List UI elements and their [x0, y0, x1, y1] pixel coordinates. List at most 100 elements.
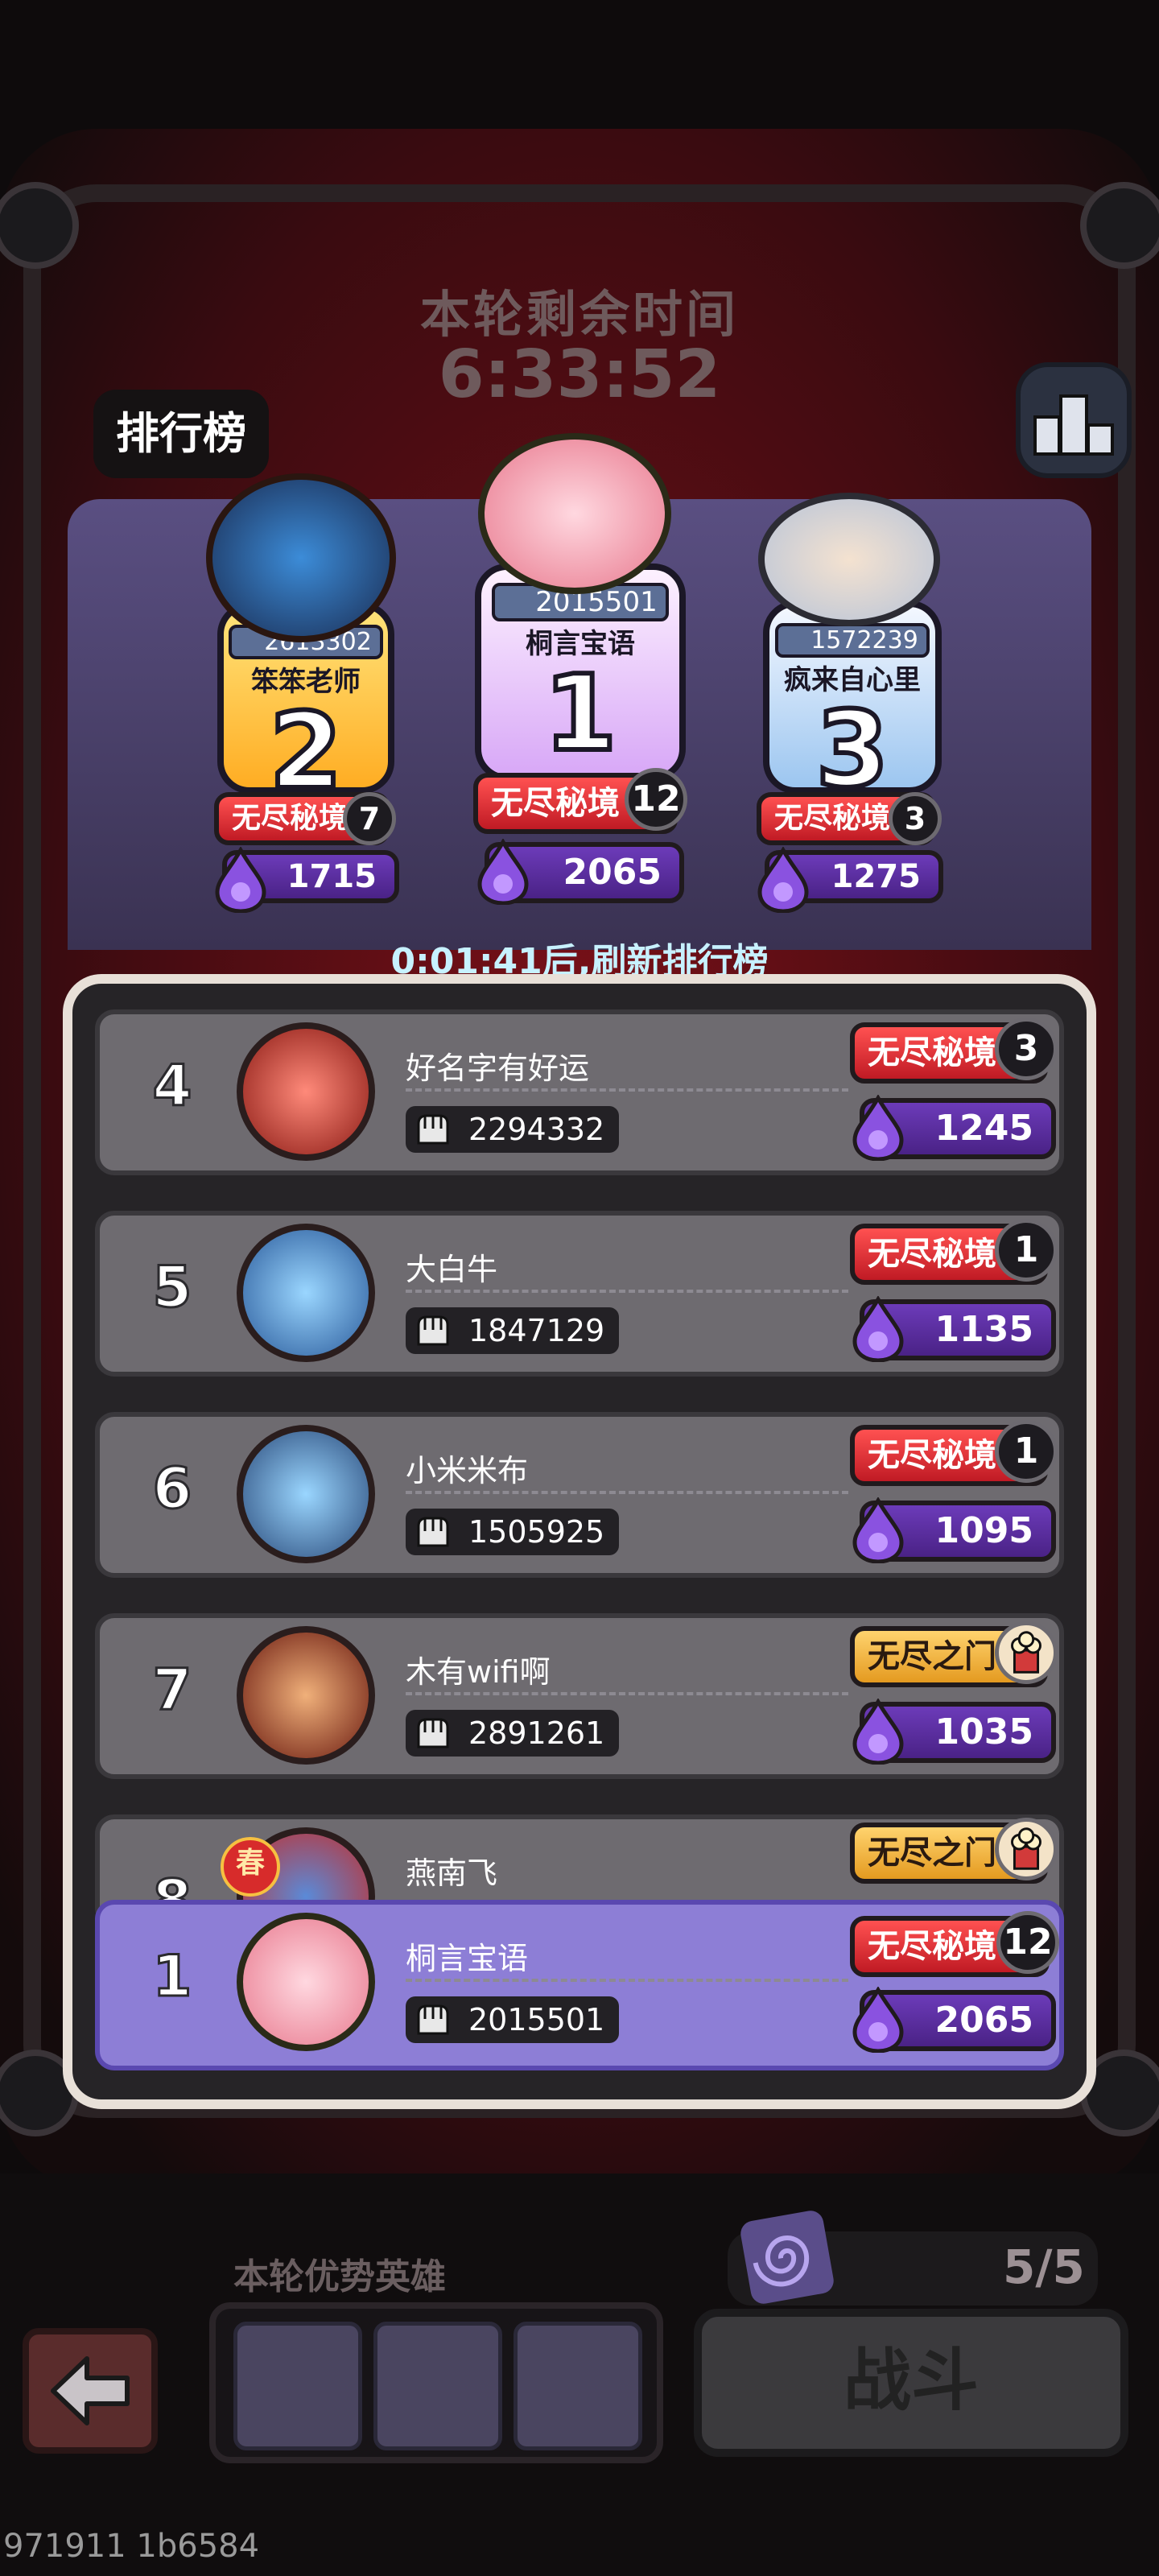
- mode-badge: 无尽之门: [850, 1621, 1058, 1687]
- points-badge: 1135: [852, 1296, 1056, 1362]
- purple-drop-icon: [852, 1699, 904, 1765]
- row-rank: 5: [151, 1253, 193, 1322]
- mode-badge: 无尽秘境 3: [850, 1018, 1058, 1084]
- points-badge: 1245: [852, 1095, 1056, 1161]
- purple-drop-icon: [852, 1296, 904, 1362]
- mode-label: 无尽秘境: [868, 1928, 996, 1965]
- row-score: 2891261: [406, 1710, 620, 1757]
- mode-badge: 无尽之门: [850, 1818, 1058, 1884]
- table-row[interactable]: 7 木有wifi啊 2891261 无尽之门 1035: [95, 1613, 1064, 1779]
- table-row[interactable]: 4 好名字有好运 2294332 无尽秘境 3 1245: [95, 1009, 1064, 1175]
- points-badge: 1035: [852, 1699, 1056, 1765]
- fist-icon: [417, 1517, 449, 1547]
- hero-slot[interactable]: [373, 2322, 502, 2450]
- popcorn-icon: [995, 1621, 1058, 1684]
- points-badge: 1715: [215, 847, 399, 913]
- points-badge: 2065: [852, 1987, 1056, 2053]
- purple-drop-icon: [852, 1497, 904, 1563]
- avatar: [206, 473, 396, 642]
- back-button[interactable]: [23, 2328, 158, 2454]
- mode-label: 无尽秘境: [868, 1236, 996, 1273]
- mode-label: 无尽秘境: [868, 1437, 996, 1474]
- spiral-icon: [738, 2208, 836, 2306]
- leaderboard-tab[interactable]: 排行榜: [93, 390, 269, 478]
- mode-label: 无尽之门: [868, 1835, 996, 1872]
- debug-text: 971911 1b6584: [3, 2528, 260, 2565]
- purple-drop-icon: [477, 839, 529, 905]
- row-score: 1847129: [406, 1307, 620, 1354]
- score-value: 2294332: [468, 1112, 605, 1147]
- row-rank: 6: [151, 1455, 193, 1523]
- level-count: 12: [996, 1911, 1059, 1974]
- purple-drop-icon: [852, 1987, 904, 2053]
- table-row[interactable]: 6 小米米布 1505925 无尽秘境 1 1095: [95, 1412, 1064, 1578]
- row-rank: 7: [151, 1656, 193, 1724]
- level-count: 12: [625, 768, 687, 831]
- row-name: 小米米布: [406, 1453, 529, 1488]
- points-value: 1135: [934, 1309, 1033, 1350]
- points-value: 1095: [934, 1510, 1033, 1551]
- score-value: 1505925: [468, 1514, 605, 1550]
- level-count: 1: [995, 1420, 1058, 1483]
- avatar: [237, 1626, 375, 1765]
- podium-position-1: 1: [542, 652, 619, 774]
- fist-icon: [417, 1315, 449, 1346]
- trophy-podium-icon: [1033, 394, 1114, 456]
- podium-position-2: 2: [267, 690, 344, 812]
- points-badge: 2065: [477, 839, 684, 905]
- row-divider: [406, 1692, 848, 1695]
- fight-button[interactable]: 战斗: [694, 2309, 1128, 2457]
- fist-icon: [417, 1718, 449, 1748]
- row-name: 好名字有好运: [406, 1051, 590, 1086]
- mode-label: 无尽秘境: [774, 802, 891, 835]
- avatar: [237, 1913, 375, 2051]
- fist-icon: [417, 1114, 449, 1145]
- row-name: 桐言宝语: [406, 1941, 529, 1976]
- trophy-podium-button[interactable]: [1016, 362, 1132, 478]
- row-name: 木有wifi啊: [406, 1654, 551, 1690]
- row-score: 1505925: [406, 1509, 620, 1555]
- row-rank: 4: [151, 1052, 193, 1121]
- row-rank: 1: [151, 1942, 193, 2011]
- advantage-hero-tray: [209, 2302, 663, 2463]
- stamina-value: 5/5: [1003, 2240, 1085, 2294]
- mode-badge: 无尽秘境 7: [214, 792, 396, 845]
- podium-position-3: 3: [814, 688, 891, 811]
- mode-badge: 无尽秘境 12: [473, 768, 687, 834]
- podium-card-3[interactable]: 1572239 疯来自心里 3: [763, 601, 942, 804]
- row-score: 2294332: [406, 1106, 620, 1153]
- my-rank-row[interactable]: 1 桐言宝语 2015501 无尽秘境 12 2065: [95, 1900, 1064, 2070]
- mode-badge: 无尽秘境 1: [850, 1420, 1058, 1486]
- back-arrow-icon: [51, 2356, 130, 2425]
- points-value: 2065: [934, 2000, 1033, 2041]
- avatar: [237, 1425, 375, 1563]
- score-value: 2891261: [468, 1715, 605, 1751]
- popcorn-icon: [995, 1818, 1058, 1880]
- purple-drop-icon: [215, 847, 266, 913]
- podium-card-1[interactable]: 2015501 桐言宝语 1: [475, 564, 686, 781]
- hero-slot[interactable]: [233, 2322, 362, 2450]
- mode-label: 无尽秘境: [232, 802, 349, 835]
- points-value: 1275: [831, 858, 921, 895]
- points-value: 1035: [934, 1711, 1033, 1752]
- table-row[interactable]: 5 大白牛 1847129 无尽秘境 1 1135: [95, 1211, 1064, 1377]
- mode-badge: 无尽秘境 3: [757, 792, 942, 845]
- level-count: 1: [995, 1219, 1058, 1282]
- mode-badge: 无尽秘境 12: [850, 1911, 1059, 1977]
- score-value: 1847129: [468, 1313, 605, 1348]
- avatar: [237, 1224, 375, 1362]
- row-divider: [406, 1491, 848, 1494]
- spring-badge: 春: [221, 1837, 280, 1897]
- score-value: 2015501: [468, 2002, 605, 2037]
- points-badge: 1095: [852, 1497, 1056, 1563]
- points-value: 2065: [563, 852, 662, 893]
- mode-badge: 无尽秘境 1: [850, 1219, 1058, 1285]
- row-name: 大白牛: [406, 1252, 498, 1287]
- hero-slot[interactable]: [514, 2322, 642, 2450]
- level-count: 3: [995, 1018, 1058, 1080]
- points-value: 1715: [287, 858, 377, 895]
- level-count: 7: [343, 792, 396, 845]
- avatar: [478, 433, 671, 594]
- fist-icon: [417, 2004, 449, 2035]
- row-divider: [406, 1290, 848, 1293]
